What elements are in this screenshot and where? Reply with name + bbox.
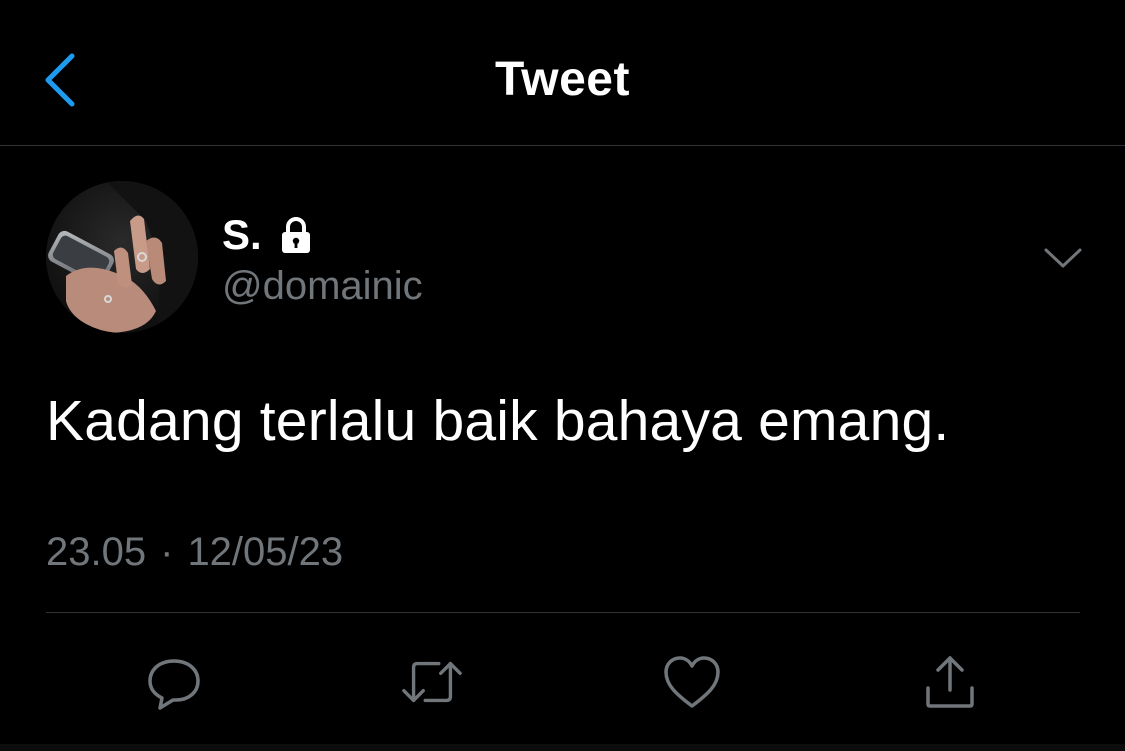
display-name: S. (222, 211, 262, 258)
like-button[interactable] (660, 650, 724, 714)
share-button[interactable] (918, 650, 982, 714)
header-divider (0, 145, 1125, 146)
retweet-icon (402, 661, 462, 703)
tweet-timestamp: 23.05 · 12/05/23 (46, 530, 343, 575)
author-name-row[interactable]: S. (222, 208, 316, 262)
actions-divider (46, 612, 1080, 613)
tweet-date: 12/05/23 (187, 530, 344, 574)
reply-button[interactable] (142, 650, 206, 714)
tweet-time: 23.05 (46, 530, 147, 574)
reply-icon (148, 659, 200, 710)
tweet-text: Kadang terlalu baik bahaya emang. (46, 389, 950, 453)
page-title: Tweet (495, 53, 630, 106)
heart-icon (664, 656, 720, 708)
lock-icon (276, 215, 316, 255)
tweet-actions (0, 640, 1125, 720)
tweet-detail-screen: Tweet S. @domainic Kadang terlalu baik b… (0, 0, 1125, 751)
timestamp-separator: · (160, 530, 174, 574)
header: Tweet (0, 0, 1125, 145)
more-options-button[interactable] (1040, 238, 1086, 278)
bottom-edge (0, 744, 1125, 751)
retweet-button[interactable] (400, 650, 464, 714)
avatar[interactable] (46, 181, 198, 333)
avatar-image (46, 181, 198, 333)
share-icon (926, 656, 974, 708)
chevron-down-icon (1044, 248, 1082, 268)
handle[interactable]: @domainic (222, 264, 423, 309)
